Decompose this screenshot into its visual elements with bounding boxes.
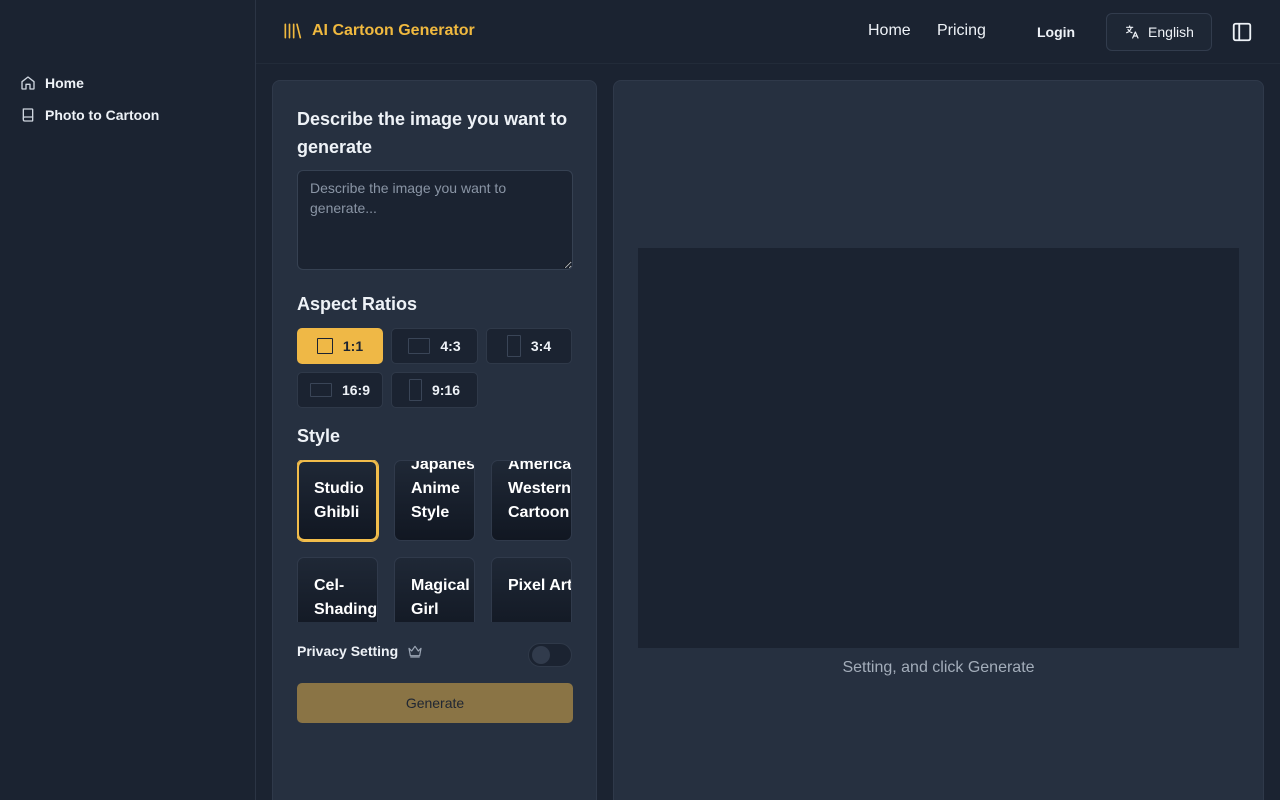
- sidebar-item-photo-to-cartoon[interactable]: Photo to Cartoon: [20, 107, 159, 123]
- login-button[interactable]: Login: [1037, 24, 1075, 40]
- aspect-ratio-label: 1:1: [342, 338, 364, 354]
- form-title: Describe the image you want to generate: [297, 109, 568, 157]
- style-card-pixel-art[interactable]: Pixel Art: [491, 557, 572, 622]
- aspect-ratio-9-16[interactable]: 9:16: [391, 372, 478, 408]
- toggle-knob: [532, 646, 550, 664]
- sidebar-item-label: Photo to Cartoon: [45, 107, 160, 123]
- aspect-ratio-label: 3:4: [530, 338, 552, 354]
- wide-ratio-icon: [309, 383, 332, 397]
- style-card-label: American Western Cartoon: [508, 460, 572, 521]
- aspect-ratio-3-4[interactable]: 3:4: [486, 328, 572, 364]
- home-icon: [21, 76, 35, 90]
- style-grid: Studio Ghibli Japanese Anime Style Ameri…: [297, 460, 573, 622]
- aspect-ratios-label: Aspect Ratios: [297, 294, 418, 314]
- privacy-setting-label: Privacy Setting: [297, 643, 399, 659]
- crown-icon: [408, 645, 422, 658]
- style-card-studio-ghibli[interactable]: Studio Ghibli: [297, 460, 378, 541]
- top-header: AI Cartoon Generator Home Pricing Login …: [256, 0, 1280, 64]
- privacy-toggle[interactable]: [528, 643, 572, 667]
- style-card-american-western[interactable]: American Western Cartoon: [491, 460, 572, 541]
- sidebar-item-label: Home: [45, 75, 84, 91]
- style-label: Style: [297, 426, 341, 446]
- preview-hint: Setting, and click Generate: [842, 659, 1035, 676]
- language-selector[interactable]: English: [1106, 13, 1212, 51]
- style-card-japanese-anime[interactable]: Japanese Anime Style: [394, 460, 475, 541]
- aspect-ratio-16-9[interactable]: 16:9: [297, 372, 383, 408]
- style-card-label: Japanese Anime Style: [411, 460, 475, 521]
- style-card-label: Cel-Shading: [314, 577, 378, 618]
- aspect-ratio-label: 9:16: [431, 382, 461, 398]
- nav-pricing[interactable]: Pricing: [937, 22, 986, 40]
- library-icon: [284, 23, 302, 39]
- portrait-ratio-icon: [506, 335, 521, 357]
- generate-button[interactable]: Generate: [297, 683, 573, 723]
- aspect-ratio-label: 16:9: [341, 382, 371, 398]
- aspect-ratio-1-1[interactable]: 1:1: [297, 328, 383, 364]
- style-card-label: Magical Girl: [411, 577, 470, 618]
- sidebar-item-home[interactable]: Home: [20, 75, 84, 91]
- sidebar: Home Photo to Cartoon: [0, 0, 256, 800]
- style-card-cel-shading[interactable]: Cel-Shading: [297, 557, 378, 622]
- sidebar-toggle-icon[interactable]: [1231, 21, 1253, 43]
- landscape-ratio-icon: [408, 338, 431, 354]
- aspect-ratio-label: 4:3: [440, 338, 461, 354]
- language-label: English: [1148, 24, 1194, 40]
- tall-ratio-icon: [408, 379, 422, 401]
- style-card-label: Studio Ghibli: [314, 480, 364, 521]
- privacy-setting: Privacy Setting: [297, 643, 423, 659]
- image-preview-area: [638, 248, 1239, 648]
- nav-home[interactable]: Home: [868, 22, 911, 40]
- style-card-magical-girl[interactable]: Magical Girl: [394, 557, 475, 622]
- square-ratio-icon: [316, 338, 333, 354]
- prompt-input[interactable]: [297, 170, 573, 270]
- translate-icon: [1126, 25, 1139, 39]
- aspect-ratio-4-3[interactable]: 4:3: [391, 328, 478, 364]
- generator-form-panel: Describe the image you want to generate …: [272, 80, 597, 800]
- brand-logo-link[interactable]: AI Cartoon Generator: [282, 21, 475, 41]
- preview-panel: Setting, and click Generate: [613, 80, 1264, 800]
- brand-title: AI Cartoon Generator: [312, 22, 475, 39]
- style-card-label: Pixel Art: [508, 577, 572, 594]
- book-icon: [22, 108, 34, 122]
